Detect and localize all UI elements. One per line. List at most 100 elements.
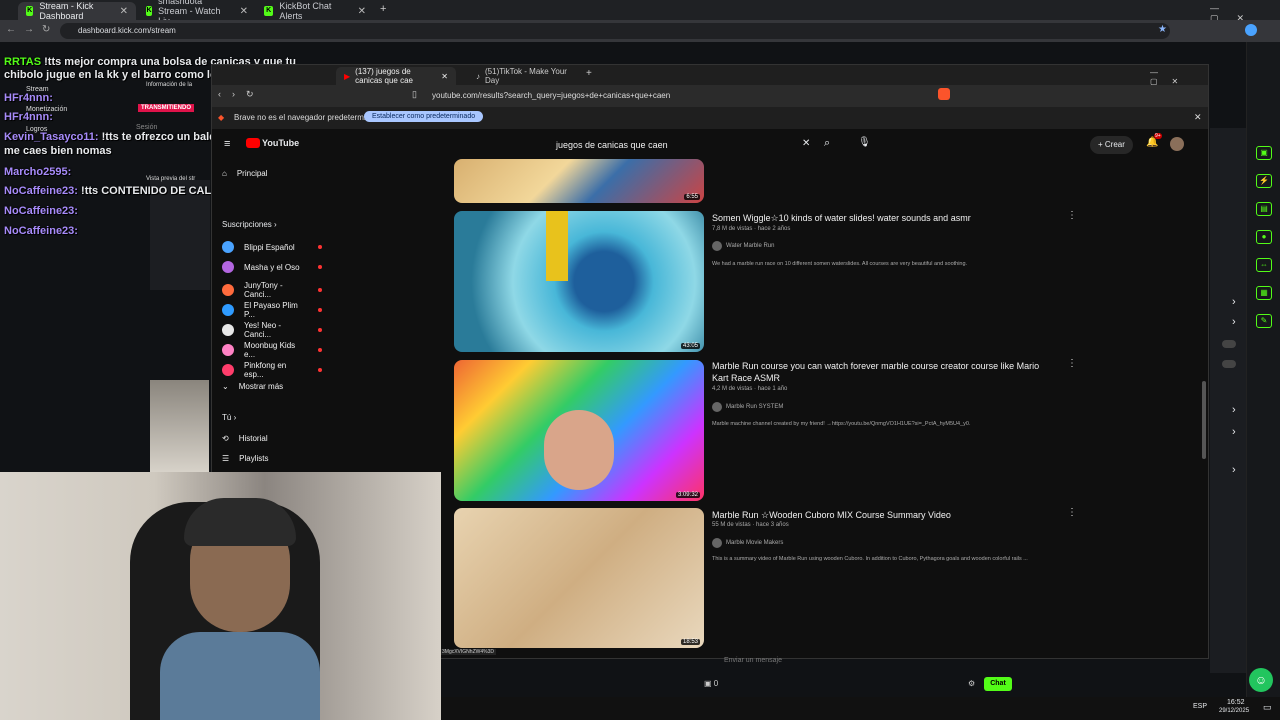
avatar[interactable] — [1170, 137, 1184, 151]
toggle-switch[interactable] — [1222, 360, 1236, 368]
widget-icon[interactable]: ▣ — [1256, 146, 1272, 160]
youtube-url-input[interactable]: youtube.com/results?search_query=juegos+… — [432, 88, 1052, 104]
tab-kick-dashboard[interactable]: K Stream - Kick Dashboard ✕ — [18, 1, 136, 21]
link-icon[interactable]: ⇔ — [1256, 258, 1272, 272]
wrench-icon[interactable]: ✎ — [1256, 314, 1272, 328]
channel-name: Marble Run SYSTEM — [726, 404, 784, 410]
bookmark-icon[interactable]: ▯ — [412, 89, 417, 100]
tab-tiktok[interactable]: ♪ (51)TikTok - Make Your Day — [468, 67, 588, 85]
star-icon[interactable]: ★ — [1158, 24, 1167, 35]
menu-icon[interactable]: ≡ — [224, 138, 230, 150]
scrollbar-thumb[interactable] — [1202, 381, 1206, 459]
more-options-icon[interactable]: ⋮ — [1067, 210, 1077, 221]
chevron-right-icon[interactable]: › — [1232, 426, 1236, 438]
gift-icon[interactable]: ▣ 0 — [704, 679, 718, 688]
chat-message: NoCaffeine23: — [4, 225, 78, 237]
clear-search-icon[interactable]: ✕ — [802, 138, 810, 149]
tab-smashdota[interactable]: K smashdota Stream - Watch Liv ✕ — [138, 0, 256, 26]
chevron-right-icon[interactable]: › — [1232, 296, 1236, 308]
subscriptions-heading[interactable]: Suscripciones › — [222, 220, 277, 229]
sidebar-item-playlists[interactable]: ☰ Playlists — [222, 454, 322, 463]
sidebar-item-label: Historial — [238, 434, 268, 443]
points-count: 0 — [713, 679, 719, 688]
live-badge: TRANSMITIENDO — [138, 104, 194, 112]
video-thumbnail[interactable]: 18:53 — [454, 508, 704, 648]
video-thumbnail[interactable]: 43:05 — [454, 211, 704, 352]
kick-info-panel: Información de la — [146, 82, 193, 88]
window-controls[interactable]: —▢✕ — [1150, 68, 1208, 86]
sidebar-item-history[interactable]: ⟲ Historial — [222, 434, 322, 443]
microphone-icon[interactable]: 🎙 — [858, 137, 871, 148]
chevron-right-icon[interactable]: › — [1232, 404, 1236, 416]
support-icon[interactable]: ☺ — [1249, 668, 1273, 692]
channel-avatar — [222, 241, 234, 253]
sidebar-item-label: El Payaso Plim P... — [244, 301, 298, 319]
youtube-logo-icon[interactable] — [246, 138, 260, 148]
layout-icon[interactable]: ▦ — [1256, 286, 1272, 300]
youtube-logo-text[interactable]: YouTube — [262, 138, 299, 148]
sidebar-item-label: Principal — [236, 169, 268, 178]
video-channel[interactable]: Water Marble Run — [712, 241, 774, 251]
url-input[interactable]: dashboard.kick.com/stream — [60, 23, 1170, 39]
video-duration: 18:53 — [680, 639, 700, 645]
gear-icon[interactable]: ⚙ — [968, 679, 975, 688]
more-options-icon[interactable]: ⋮ — [1067, 358, 1077, 369]
tab-label: (51)TikTok - Make Your Day — [485, 67, 567, 85]
chat-message: me caes bien nomas — [4, 145, 112, 157]
sidebar-subscription-item[interactable]: Moonbug Kids e... — [222, 341, 322, 359]
chevron-right-icon[interactable]: › — [1232, 316, 1236, 328]
video-title[interactable]: Marble Run course you can watch forever … — [712, 360, 1057, 384]
close-icon[interactable]: ✕ — [441, 72, 448, 81]
notification-icon[interactable]: ▭ — [1263, 702, 1272, 713]
kick-chat-input[interactable]: Enviar un mensaje — [700, 654, 1010, 668]
sidebar-subscription-item[interactable]: Blippi Español — [222, 241, 322, 253]
you-heading[interactable]: Tú › — [222, 413, 236, 422]
clock-date: 29/12/2025 — [1219, 708, 1250, 714]
sidebar-subscription-item[interactable]: Pinkfong en esp... — [222, 361, 322, 379]
sidebar-item-home[interactable]: ⌂ Principal — [222, 169, 322, 178]
close-icon[interactable]: ✕ — [358, 6, 366, 17]
video-thumbnail[interactable]: 6:55 — [454, 159, 704, 203]
sidebar-subscription-item[interactable]: Masha y el Oso — [222, 261, 322, 273]
video-channel[interactable]: Marble Movie Makers — [712, 538, 783, 548]
chat-bubble-icon[interactable]: ● — [1256, 230, 1272, 244]
back-icon[interactable]: ‹ — [218, 89, 221, 99]
sidebar-subscription-item[interactable]: El Payaso Plim P... — [222, 301, 322, 319]
create-button[interactable]: + Crear — [1090, 136, 1133, 154]
sidebar-subscription-item[interactable]: Yes! Neo - Canci... — [222, 321, 322, 339]
toggle-switch[interactable] — [1222, 340, 1236, 348]
video-channel[interactable]: Marble Run SYSTEM — [712, 402, 783, 412]
show-more-button[interactable]: ⌄ Mostrar más — [222, 382, 322, 391]
new-tab-icon[interactable]: + — [380, 3, 386, 15]
chat-send-button[interactable]: Chat — [984, 677, 1012, 691]
tab-kickbot[interactable]: K KickBot Chat Alerts ✕ — [256, 1, 374, 21]
brave-shield-icon[interactable] — [938, 88, 950, 100]
bolt-icon[interactable]: ⚡ — [1256, 174, 1272, 188]
set-default-button[interactable]: Establecer como predeterminado — [364, 111, 484, 122]
plus-icon: + — [1098, 140, 1105, 149]
forward-icon[interactable]: › — [232, 89, 235, 99]
search-icon[interactable]: ⌕ — [824, 137, 830, 150]
sidebar-subscription-item[interactable]: JunyTony - Canci... — [222, 281, 322, 299]
back-icon[interactable]: ← — [6, 24, 16, 35]
reload-icon[interactable]: ↻ — [42, 24, 50, 35]
new-tab-icon[interactable]: + — [586, 68, 592, 79]
reload-icon[interactable]: ↻ — [246, 89, 254, 100]
language-indicator[interactable]: ESP — [1193, 703, 1207, 710]
forward-icon[interactable]: → — [24, 24, 34, 35]
more-options-icon[interactable]: ⋮ — [1067, 507, 1077, 518]
close-icon[interactable]: ✕ — [120, 6, 128, 17]
chevron-right-icon[interactable]: › — [1232, 464, 1236, 476]
page-icon[interactable]: ▤ — [1256, 202, 1272, 216]
profile-avatar[interactable] — [1245, 24, 1257, 36]
video-title[interactable]: Somen Wiggle☆10 kinds of water slides! w… — [712, 212, 1057, 224]
video-title[interactable]: Marble Run ☆Wooden Cuboro MIX Course Sum… — [712, 509, 1057, 521]
video-thumbnail[interactable]: 3:09:32 — [454, 360, 704, 501]
search-input[interactable]: juegos de canicas que caen — [544, 135, 824, 155]
close-icon[interactable]: ✕ — [1194, 112, 1202, 123]
webcam-feed — [0, 472, 441, 720]
close-icon[interactable]: ✕ — [240, 6, 248, 17]
sidebar-item-label: Pinkfong en esp... — [244, 361, 287, 379]
video-meta: 7,8 M de vistas · hace 2 años — [712, 226, 791, 232]
tab-youtube-search[interactable]: ▶ (137) juegos de canicas que cae ✕ — [336, 67, 456, 85]
